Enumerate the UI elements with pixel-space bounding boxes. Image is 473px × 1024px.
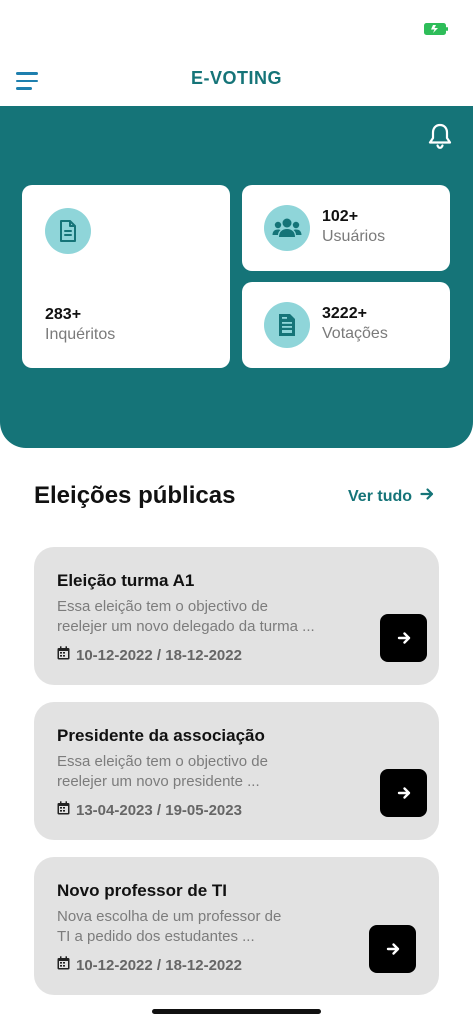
stat-value: 102+: [322, 208, 359, 225]
election-description: Essa eleição tem o objectivo de reelejer…: [57, 753, 268, 790]
stat-label: Votações: [322, 325, 388, 342]
election-date-range: 10-12-2022 / 18-12-2022: [76, 956, 242, 974]
arrow-right-icon: [397, 787, 410, 799]
election-date-range: 13-04-2023 / 19-05-2023: [76, 801, 242, 819]
bell-icon[interactable]: [427, 122, 453, 150]
election-description: Essa eleição tem o objectivo de reelejer…: [57, 598, 315, 635]
stat-card-users[interactable]: 102+ Usuários: [242, 185, 450, 271]
calendar-icon: [57, 956, 70, 974]
arrow-right-icon: [397, 632, 410, 644]
open-election-button[interactable]: [380, 614, 427, 662]
arrow-right-icon: [386, 943, 399, 955]
election-title: Novo professor de TI: [57, 881, 228, 900]
stat-card-votes[interactable]: 3222+ Votações: [242, 282, 450, 368]
stat-label: Inquéritos: [45, 326, 116, 343]
users-icon: [264, 205, 310, 251]
election-title: Presidente da associação: [57, 726, 265, 745]
calendar-icon: [57, 646, 70, 664]
section-title: Eleições públicas: [34, 482, 236, 509]
election-dates: 10-12-2022 / 18-12-2022: [57, 646, 242, 664]
open-election-button[interactable]: [380, 769, 427, 817]
election-card[interactable]: Presidente da associação Essa eleição te…: [34, 702, 439, 840]
home-indicator[interactable]: [152, 1009, 321, 1014]
election-dates: 10-12-2022 / 18-12-2022: [57, 956, 242, 974]
document-icon: [45, 208, 91, 254]
stats-panel: 283+ Inquéritos 102+ Usuários 3222+ Vota…: [0, 106, 473, 448]
see-all-link[interactable]: Ver tudo: [348, 487, 434, 506]
stat-value: 283+: [45, 306, 82, 323]
stat-card-inquiries[interactable]: 283+ Inquéritos: [22, 185, 230, 368]
election-dates: 13-04-2023 / 19-05-2023: [57, 801, 242, 819]
calendar-icon: [57, 801, 70, 819]
election-description: Nova escolha de um professor de TI a ped…: [57, 908, 282, 945]
status-bar: [0, 0, 473, 56]
election-date-range: 10-12-2022 / 18-12-2022: [76, 646, 242, 664]
battery-icon: [424, 22, 448, 35]
see-all-label: Ver tudo: [348, 487, 413, 505]
election-card[interactable]: Novo professor de TI Nova escolha de um …: [34, 857, 439, 995]
app-title: E-VOTING: [190, 68, 282, 88]
stat-label: Usuários: [322, 228, 386, 245]
stat-value: 3222+: [322, 305, 367, 322]
arrow-right-icon: [420, 487, 434, 506]
open-election-button[interactable]: [369, 925, 416, 973]
app-header: E-VOTING: [0, 56, 473, 106]
election-title: Eleição turma A1: [57, 571, 195, 590]
ballot-icon: [264, 302, 310, 348]
election-card[interactable]: Eleição turma A1 Essa eleição tem o obje…: [34, 547, 439, 685]
